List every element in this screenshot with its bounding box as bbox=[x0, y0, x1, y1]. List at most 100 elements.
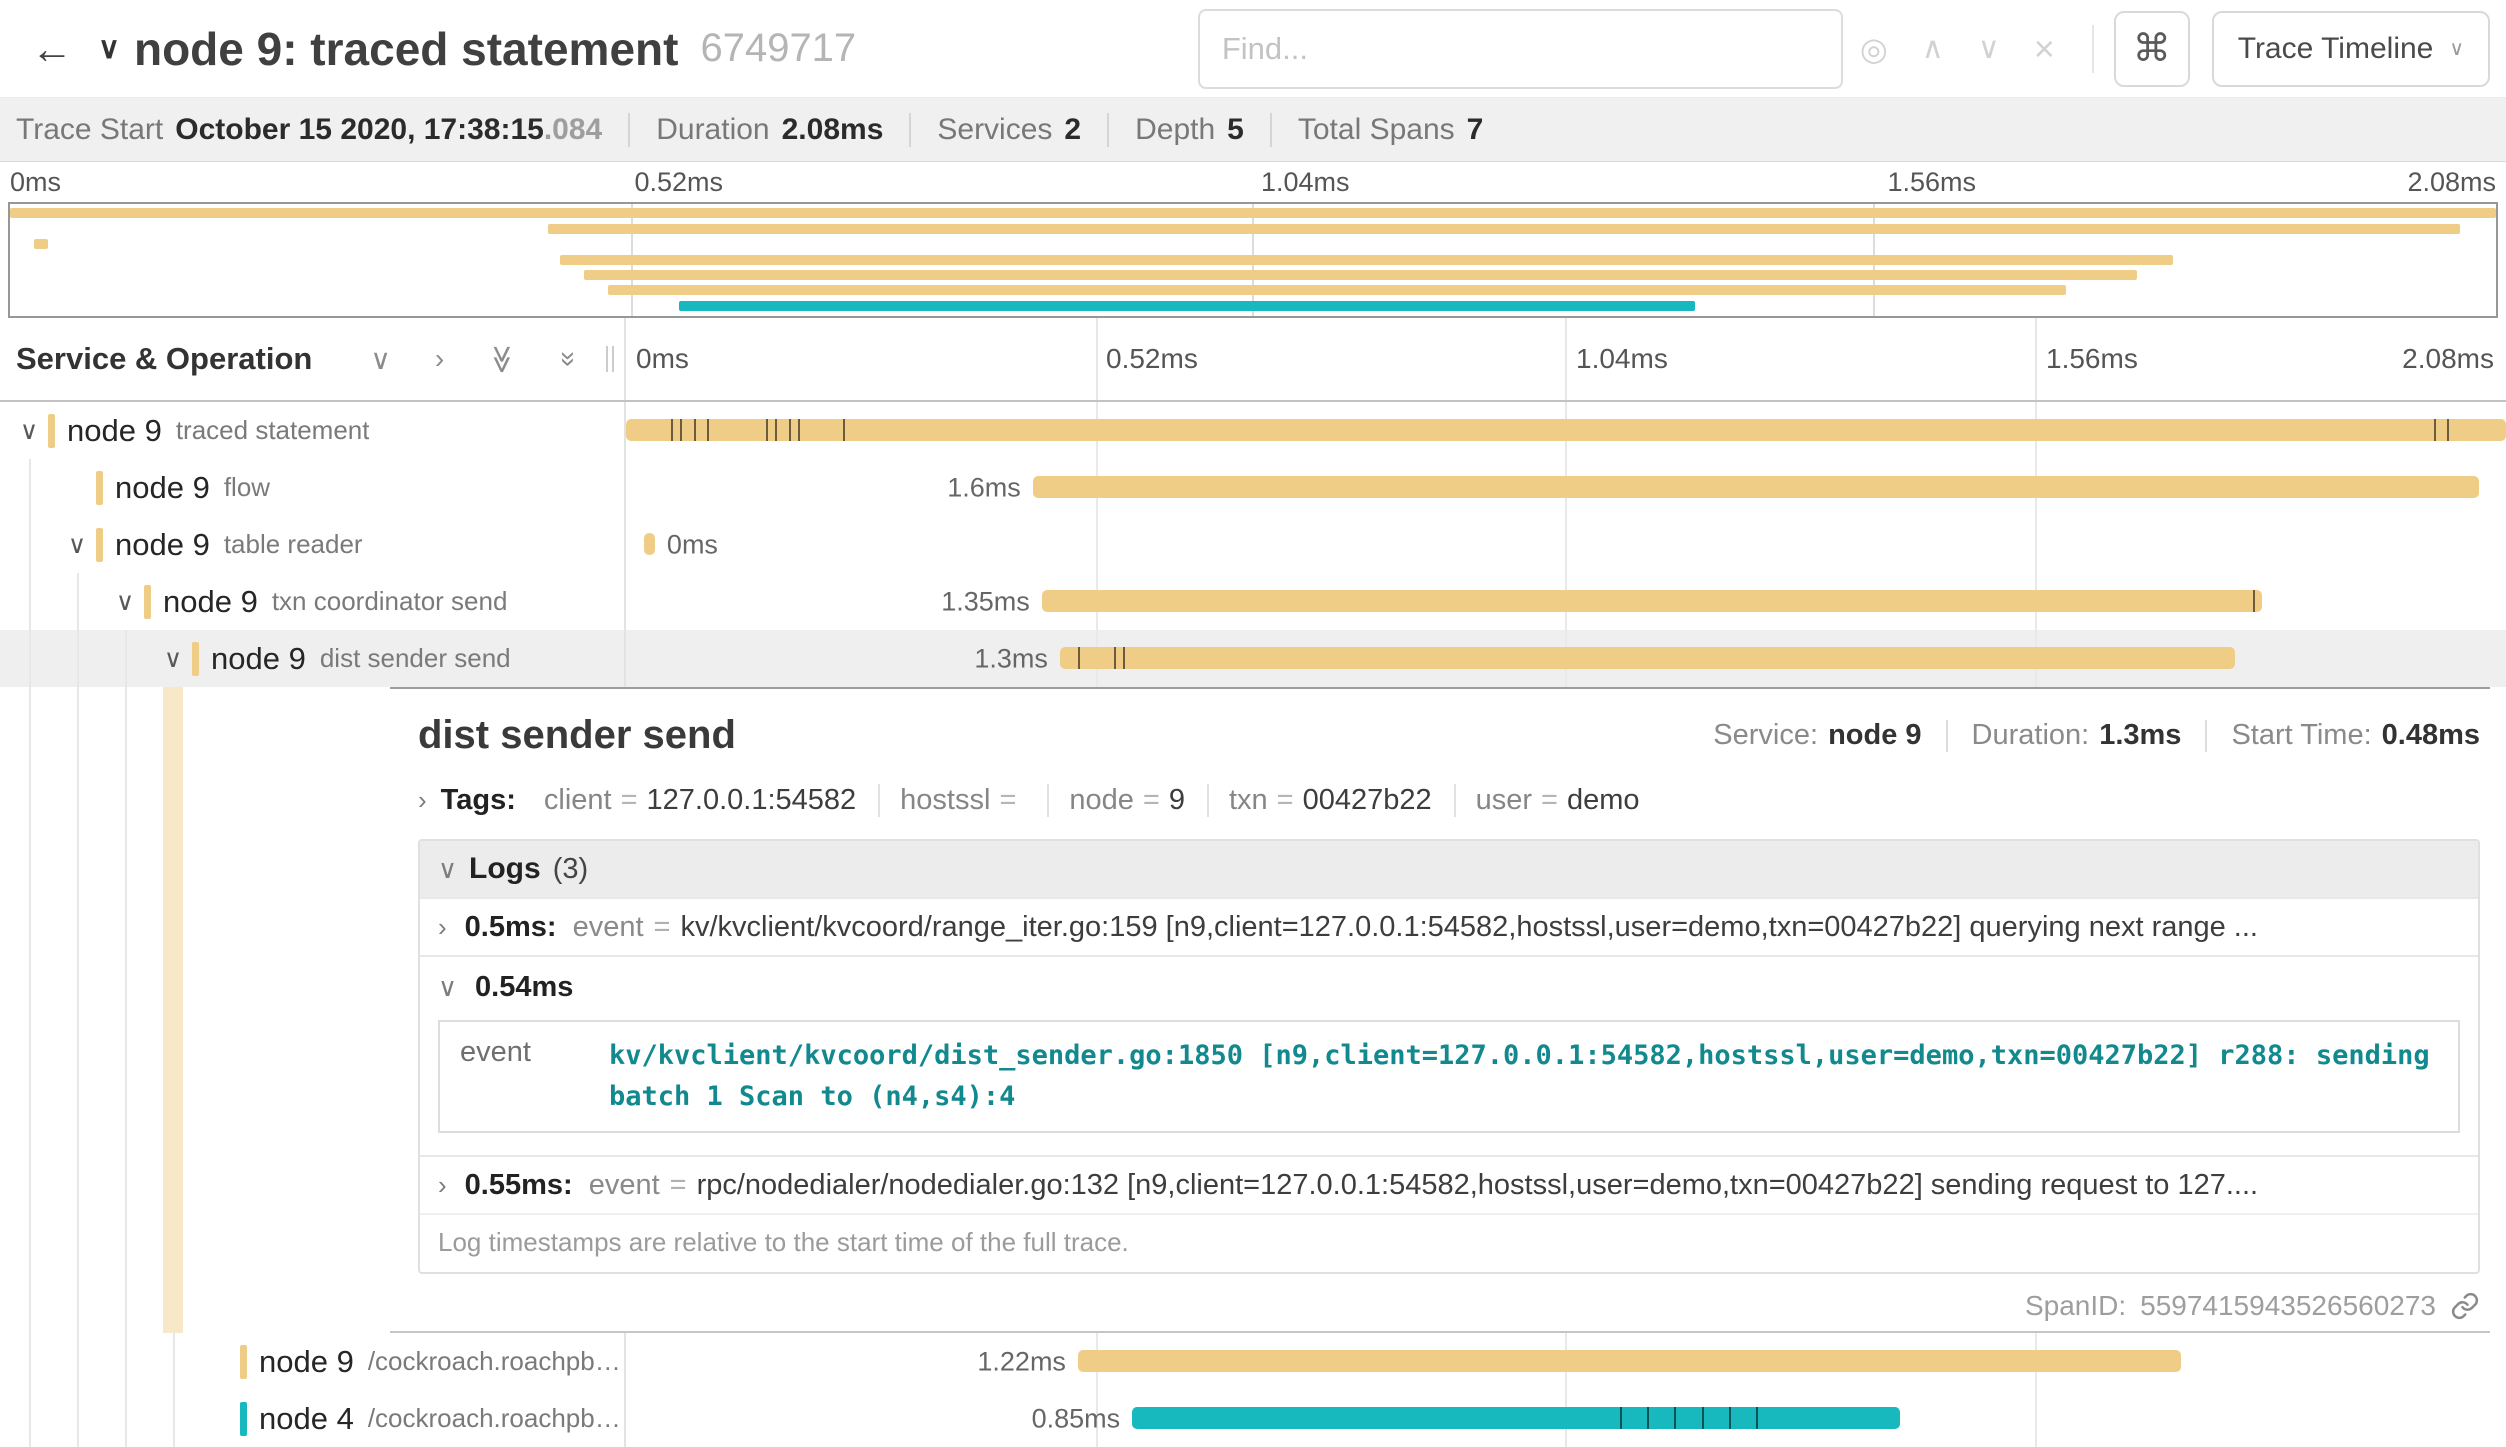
chevron-down-icon[interactable]: ∨ bbox=[10, 416, 48, 446]
summary-divider bbox=[909, 113, 911, 147]
span-bar[interactable] bbox=[644, 533, 655, 555]
ruler-tick-label: 1.56ms bbox=[2046, 343, 2138, 375]
ruler-tick-label: 0ms bbox=[636, 343, 689, 375]
log-tick bbox=[766, 419, 768, 441]
trace-id: 6749717 bbox=[700, 26, 856, 71]
span-row[interactable]: ∨node 9dist sender send1.3ms bbox=[0, 630, 2506, 687]
span-name-cell[interactable]: node 9/cockroach.roachpb.I... bbox=[0, 1333, 626, 1390]
keyboard-shortcuts-button[interactable]: ⌘ bbox=[2114, 11, 2190, 87]
span-bar[interactable] bbox=[1033, 476, 2479, 498]
span-timeline-cell[interactable]: 1.6ms bbox=[626, 459, 2506, 516]
link-icon[interactable] bbox=[2450, 1291, 2480, 1321]
span-timeline-cell[interactable]: 1.35ms bbox=[626, 573, 2506, 630]
log-entry-expanded[interactable]: ∨ 0.54ms event kv/kvclient/kvcoord/dist_… bbox=[420, 955, 2478, 1155]
detail-service: Service:node 9 bbox=[1713, 719, 1921, 752]
chevron-down-icon[interactable]: ∨ bbox=[106, 587, 144, 617]
minimap-span-bar bbox=[608, 285, 2066, 295]
span-duration-label: 0.85ms bbox=[1032, 1403, 1121, 1434]
minimap-canvas[interactable] bbox=[8, 202, 2498, 318]
span-row[interactable]: node 9/cockroach.roachpb.I... 1.22ms bbox=[0, 1333, 2506, 1390]
top-bar: ← ∨ node 9: traced statement 6749717 ◎ ∧… bbox=[0, 0, 2506, 98]
expand-all-icon[interactable]: ≫ bbox=[486, 344, 519, 373]
meta-divider bbox=[2205, 720, 2207, 752]
title-collapse-icon[interactable]: ∨ bbox=[98, 31, 120, 66]
span-duration-label: 1.35ms bbox=[941, 586, 1030, 617]
log-tick bbox=[1674, 1407, 1676, 1429]
log-tick bbox=[1620, 1407, 1622, 1429]
clear-find-icon[interactable]: × bbox=[2034, 28, 2055, 70]
log-tick bbox=[1114, 647, 1116, 669]
collapse-one-icon[interactable]: › bbox=[435, 343, 444, 375]
span-timeline-cell[interactable]: 1.22ms bbox=[626, 1333, 2506, 1390]
detail-meta: Service:node 9 Duration:1.3ms Start Time… bbox=[1713, 719, 2480, 752]
minimap-span-row bbox=[10, 255, 2496, 266]
collapse-all-icon[interactable]: » bbox=[553, 351, 585, 367]
chevron-down-icon[interactable]: ∨ bbox=[58, 530, 96, 560]
log-entry[interactable]: › 0.55ms: event = rpc/nodedialer/nodedia… bbox=[420, 1155, 2478, 1213]
span-detail-card: dist sender send Service:node 9 Duration… bbox=[390, 687, 2490, 1333]
operation-name: traced statement bbox=[176, 415, 370, 446]
chevron-right-icon: › bbox=[438, 912, 447, 943]
span-timeline-cell[interactable]: 1.3ms bbox=[626, 630, 2506, 687]
log-tick bbox=[1756, 1407, 1758, 1429]
span-bar[interactable] bbox=[1042, 590, 2262, 612]
log-tick bbox=[1123, 647, 1125, 669]
log-tick bbox=[798, 419, 800, 441]
log-tick bbox=[680, 419, 682, 441]
span-name-cell[interactable]: node 9flow bbox=[0, 459, 626, 516]
span-name-cell[interactable]: ∨node 9dist sender send bbox=[0, 630, 626, 687]
view-selector-button[interactable]: Trace Timeline ∨ bbox=[2212, 11, 2490, 87]
span-duration-label: 1.22ms bbox=[977, 1346, 1066, 1377]
log-entry-header[interactable]: ∨ 0.54ms bbox=[438, 971, 2460, 1004]
span-row[interactable]: ∨node 9table reader0ms bbox=[0, 516, 2506, 573]
span-bar[interactable] bbox=[1078, 1350, 2181, 1372]
span-row[interactable]: node 9flow1.6ms bbox=[0, 459, 2506, 516]
back-button[interactable]: ← bbox=[16, 25, 88, 73]
operation-name: txn coordinator send bbox=[272, 586, 508, 617]
span-timeline-cell[interactable]: 0ms bbox=[626, 516, 2506, 573]
minimap-span-bar bbox=[584, 270, 2138, 280]
chevron-down-icon[interactable]: ∨ bbox=[154, 644, 192, 674]
minimap-span-row bbox=[10, 224, 2496, 235]
expand-one-icon[interactable]: ∨ bbox=[370, 343, 391, 376]
span-name-cell[interactable]: ∨ node 9 traced statement bbox=[0, 402, 626, 459]
span-name-cell[interactable]: node 4/cockroach.roachpb.I... bbox=[0, 1390, 626, 1447]
minimap-span-row bbox=[10, 285, 2496, 296]
span-timeline-cell[interactable]: 0.85ms bbox=[626, 1390, 2506, 1447]
span-name-cell[interactable]: ∨node 9table reader bbox=[0, 516, 626, 573]
chevron-down-icon: ∨ bbox=[438, 854, 457, 885]
service-name: node 9 bbox=[67, 413, 162, 449]
span-bar[interactable] bbox=[1132, 1407, 1900, 1429]
summary-services: Services2 bbox=[937, 113, 1081, 147]
logs-header[interactable]: ∨ Logs (3) bbox=[420, 841, 2478, 897]
prev-match-icon[interactable]: ∧ bbox=[1922, 31, 1944, 66]
service-operation-header: Service & Operation ∨ › ≫ » bbox=[0, 318, 626, 400]
span-row[interactable]: node 4/cockroach.roachpb.I... 0.85ms bbox=[0, 1390, 2506, 1447]
minimap-span-bar bbox=[679, 301, 1695, 311]
next-match-icon[interactable]: ∨ bbox=[1978, 31, 2000, 66]
span-name-cell[interactable]: ∨node 9txn coordinator send bbox=[0, 573, 626, 630]
service-color-strip bbox=[240, 1345, 247, 1379]
tags-label: Tags: bbox=[441, 784, 516, 817]
service-operation-title: Service & Operation bbox=[16, 341, 312, 377]
tag-item: user=demo bbox=[1476, 784, 1662, 817]
operation-name: table reader bbox=[224, 529, 363, 560]
service-color-strip bbox=[192, 642, 199, 676]
topbar-divider bbox=[2092, 25, 2094, 73]
span-row[interactable]: ∨ node 9 traced statement bbox=[0, 402, 2506, 459]
log-entry[interactable]: › 0.5ms: event = kv/kvclient/kvcoord/ran… bbox=[420, 897, 2478, 955]
span-bar[interactable] bbox=[626, 419, 2506, 441]
span-row[interactable]: ∨node 9txn coordinator send 1.35ms bbox=[0, 573, 2506, 630]
tags-row[interactable]: › Tags: client=127.0.0.1:54582 hostssl= … bbox=[418, 784, 2480, 817]
log-tick bbox=[1078, 647, 1080, 669]
chevron-right-icon: › bbox=[438, 1170, 447, 1201]
logs-title: Logs bbox=[469, 852, 541, 886]
span-timeline-cell[interactable] bbox=[626, 402, 2506, 459]
find-input[interactable] bbox=[1198, 9, 1843, 89]
ruler-tick-label: 2.08ms bbox=[2402, 343, 2494, 375]
span-id-label: SpanID: bbox=[2025, 1290, 2126, 1322]
column-resizer[interactable] bbox=[606, 346, 608, 372]
summary-divider bbox=[1270, 113, 1272, 147]
span-bar[interactable] bbox=[1060, 647, 2235, 669]
page-title: node 9: traced statement bbox=[134, 22, 678, 76]
